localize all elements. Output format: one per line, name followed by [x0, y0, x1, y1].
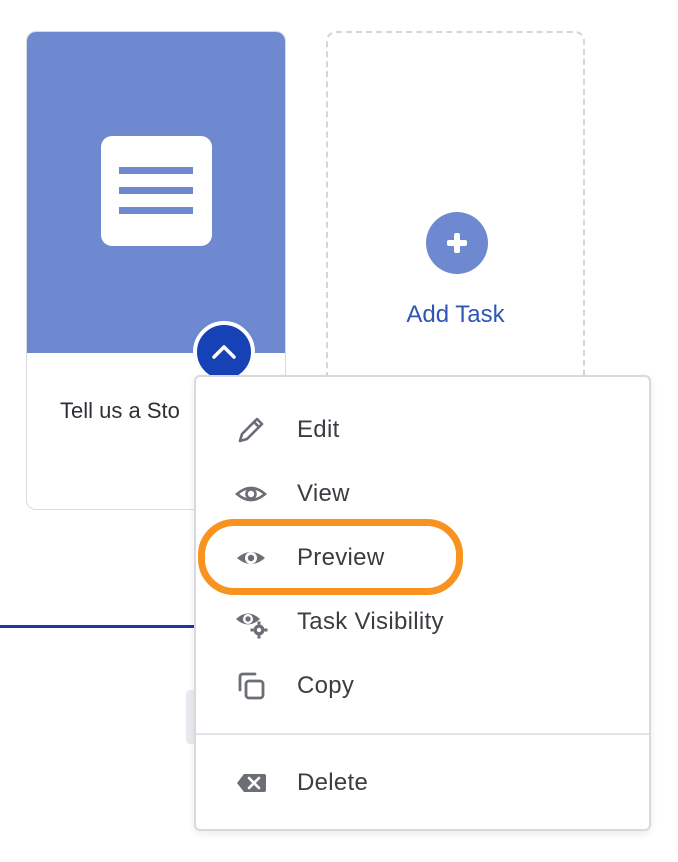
menu-separator — [196, 733, 649, 735]
copy-icon — [234, 669, 268, 703]
task-card-header — [27, 32, 285, 353]
menu-item-delete[interactable]: Delete — [196, 756, 649, 810]
menu-item-edit[interactable]: Edit — [196, 403, 649, 457]
add-task-button[interactable] — [426, 212, 488, 274]
menu-item-label: View — [297, 480, 350, 507]
eye-icon — [234, 477, 268, 511]
menu-item-label: Edit — [297, 416, 340, 443]
delete-icon — [234, 766, 268, 800]
menu-item-copy[interactable]: Copy — [196, 659, 649, 713]
section-divider — [0, 625, 200, 628]
document-lines-icon — [101, 136, 212, 246]
preview-highlight-ring — [198, 519, 463, 595]
menu-item-task-visibility[interactable]: Task Visibility — [196, 595, 649, 649]
menu-item-label: Copy — [297, 672, 355, 699]
plus-icon — [447, 233, 467, 253]
menu-item-label: Delete — [297, 769, 369, 796]
task-title: Tell us a Sto — [60, 398, 180, 423]
task-context-menu: Edit View Preview Task Visibility Copy D… — [194, 375, 651, 831]
menu-item-view[interactable]: View — [196, 467, 649, 521]
pencil-icon — [234, 413, 268, 447]
task-menu-toggle-button[interactable] — [193, 321, 255, 383]
chevron-up-icon — [212, 345, 236, 359]
add-task-label[interactable]: Add Task — [328, 301, 583, 329]
menu-item-label: Task Visibility — [297, 608, 444, 635]
add-task-card[interactable]: Add Task — [326, 31, 585, 391]
eye-gear-icon — [234, 605, 268, 639]
